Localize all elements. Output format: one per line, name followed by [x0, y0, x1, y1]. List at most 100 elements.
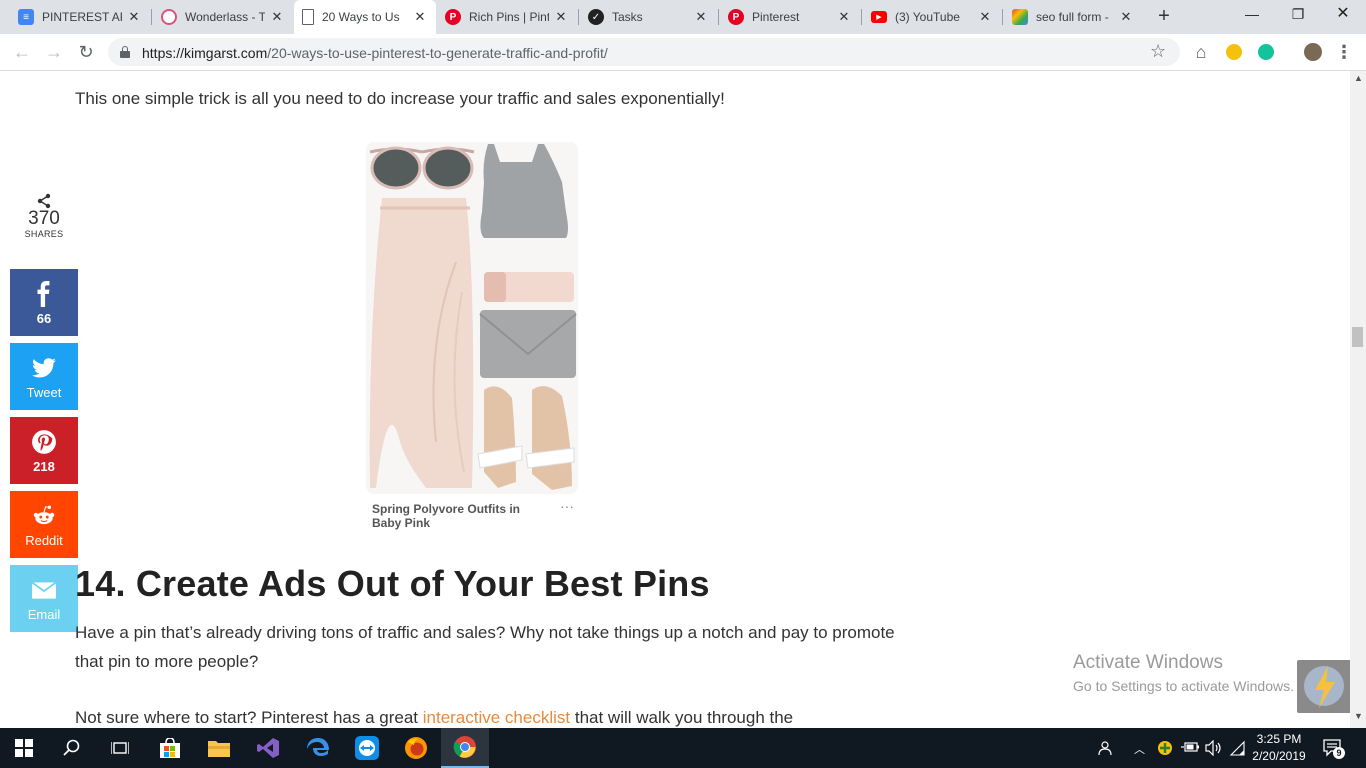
pin-image[interactable]: [366, 142, 578, 494]
firefox-app[interactable]: [392, 728, 440, 768]
email-share-button[interactable]: Email: [10, 565, 78, 632]
pinterest-icon: P: [445, 9, 461, 25]
scroll-thumb[interactable]: [1352, 327, 1363, 347]
email-icon: [31, 581, 57, 599]
tab-strip: ≡ PINTEREST AR ✕ Wonderlass - T ✕ 20 Way…: [0, 0, 1366, 34]
body-paragraph-2: Not sure where to start? Pinterest has a…: [75, 703, 895, 728]
scroll-up-arrow-icon[interactable]: ▲: [1354, 73, 1363, 83]
tab-title: seo full form -: [1036, 10, 1109, 24]
home-icon[interactable]: ⌂: [1189, 40, 1213, 64]
pin-title[interactable]: Spring Polyvore Outfits in Baby Pink: [372, 502, 532, 530]
close-icon[interactable]: ✕: [1118, 9, 1134, 25]
address-bar[interactable]: https://kimgarst.com/20-ways-to-use-pint…: [108, 38, 1180, 66]
reddit-share-button[interactable]: Reddit: [10, 491, 78, 558]
battery-icon[interactable]: [1181, 740, 1199, 757]
watermark-subtitle: Go to Settings to activate Windows.: [1073, 678, 1294, 694]
wifi-icon[interactable]: [1229, 740, 1245, 759]
clutch-bag-image: [479, 310, 577, 378]
close-icon[interactable]: ✕: [977, 9, 993, 25]
tab-rich-pins[interactable]: P Rich Pins | Pint ✕: [437, 0, 577, 34]
tab-wonderlass[interactable]: Wonderlass - T ✕: [153, 0, 293, 34]
browser-toolbar: ← → ↻ https://kimgarst.com/20-ways-to-us…: [0, 34, 1366, 71]
tab-title: (3) YouTube: [895, 10, 960, 24]
close-window-button[interactable]: ✕: [1320, 0, 1366, 30]
chrome-app[interactable]: [441, 728, 489, 768]
tab-title: Rich Pins | Pint: [469, 10, 549, 24]
action-center-button[interactable]: 9: [1322, 738, 1345, 761]
interactive-checklist-link[interactable]: interactive checklist: [423, 708, 570, 727]
system-clock[interactable]: 3:25 PM 2/20/2019: [1244, 731, 1314, 765]
tab-pinterest[interactable]: P Pinterest ✕: [720, 0, 860, 34]
share-total-label: SHARES: [24, 229, 64, 239]
close-icon[interactable]: ✕: [553, 9, 569, 25]
lead-paragraph: This one simple trick is all you need to…: [75, 89, 725, 108]
people-icon[interactable]: [1097, 740, 1113, 759]
new-tab-button[interactable]: +: [1152, 5, 1176, 29]
forward-button[interactable]: →: [42, 40, 66, 64]
search-button[interactable]: [48, 728, 96, 768]
tab-20-ways[interactable]: 20 Ways to Us ✕: [294, 0, 436, 34]
folder-icon: [208, 741, 230, 757]
clock-time: 3:25 PM: [1256, 732, 1302, 746]
wonderlass-icon: [161, 9, 177, 25]
minimize-button[interactable]: —: [1229, 0, 1275, 30]
reddit-share-label: Reddit: [25, 533, 63, 548]
tab-pinterest-article[interactable]: ≡ PINTEREST AR ✕: [10, 0, 150, 34]
tab-tasks[interactable]: ✓ Tasks ✕: [580, 0, 717, 34]
back-button[interactable]: ←: [10, 40, 34, 64]
chrome-icon: [453, 736, 476, 758]
visual-studio-app[interactable]: [244, 728, 292, 768]
file-explorer-app[interactable]: [195, 728, 243, 768]
task-view-icon: [111, 742, 129, 754]
show-hidden-icons-chevron-icon[interactable]: ︿: [1134, 741, 1145, 757]
tab-youtube[interactable]: ▶ (3) YouTube ✕: [863, 0, 1001, 34]
section-heading: 14. Create Ads Out of Your Best Pins: [75, 563, 710, 604]
tab-separator: [718, 9, 719, 25]
youtube-icon: ▶: [871, 11, 887, 23]
volume-icon[interactable]: [1205, 739, 1223, 759]
outfit-collage-image: [366, 142, 578, 494]
edge-app[interactable]: [294, 728, 342, 768]
menu-icon[interactable]: ⋮: [1332, 40, 1356, 64]
tab-title: Wonderlass - T: [185, 10, 265, 24]
task-view-button[interactable]: [96, 728, 144, 768]
avatar[interactable]: [1304, 43, 1322, 61]
maximize-button[interactable]: ❐: [1275, 0, 1321, 30]
grammarly-icon[interactable]: [1258, 44, 1274, 60]
watermark-title: Activate Windows: [1073, 652, 1223, 673]
page-icon: [302, 9, 314, 25]
close-icon[interactable]: ✕: [269, 9, 285, 25]
vertical-scrollbar[interactable]: ▲ ▼: [1350, 71, 1366, 728]
cosmetic-tube-image: [484, 272, 574, 302]
google-icon: [1012, 9, 1028, 25]
extension-icon[interactable]: [1226, 44, 1242, 60]
facebook-share-count: 66: [36, 311, 52, 326]
tab-title: Tasks: [612, 10, 643, 24]
body-paragraph: Have a pin that’s already driving tons o…: [75, 623, 895, 671]
teamviewer-app[interactable]: [343, 728, 391, 768]
tab-title: 20 Ways to Us: [322, 10, 400, 24]
share-counter: 370 SHARES: [10, 193, 78, 239]
store-app[interactable]: [146, 728, 194, 768]
pinterest-share-button[interactable]: 218: [10, 417, 78, 484]
share-icon: [37, 193, 51, 209]
close-icon[interactable]: ✕: [836, 9, 852, 25]
twitter-share-button[interactable]: Tweet: [10, 343, 78, 410]
lightning-badge-button[interactable]: [1297, 660, 1350, 713]
close-icon[interactable]: ✕: [126, 9, 142, 25]
tasks-icon: ✓: [588, 9, 604, 25]
bookmark-star-icon[interactable]: ☆: [1150, 41, 1166, 62]
reload-button[interactable]: ↻: [74, 40, 98, 64]
firefox-icon: [405, 737, 427, 759]
tray-app-icon[interactable]: [1157, 740, 1173, 759]
tab-seo[interactable]: seo full form - ✕: [1004, 0, 1142, 34]
close-icon[interactable]: ✕: [412, 9, 428, 25]
pin-more-icon[interactable]: ···: [560, 498, 574, 514]
scroll-down-arrow-icon[interactable]: ▼: [1354, 711, 1363, 721]
docs-icon: ≡: [18, 9, 34, 25]
start-button[interactable]: [0, 728, 48, 768]
facebook-share-button[interactable]: 66: [10, 269, 78, 336]
close-icon[interactable]: ✕: [693, 9, 709, 25]
pin-card[interactable]: Spring Polyvore Outfits in Baby Pink ···: [366, 142, 578, 532]
facebook-icon: [37, 281, 50, 307]
